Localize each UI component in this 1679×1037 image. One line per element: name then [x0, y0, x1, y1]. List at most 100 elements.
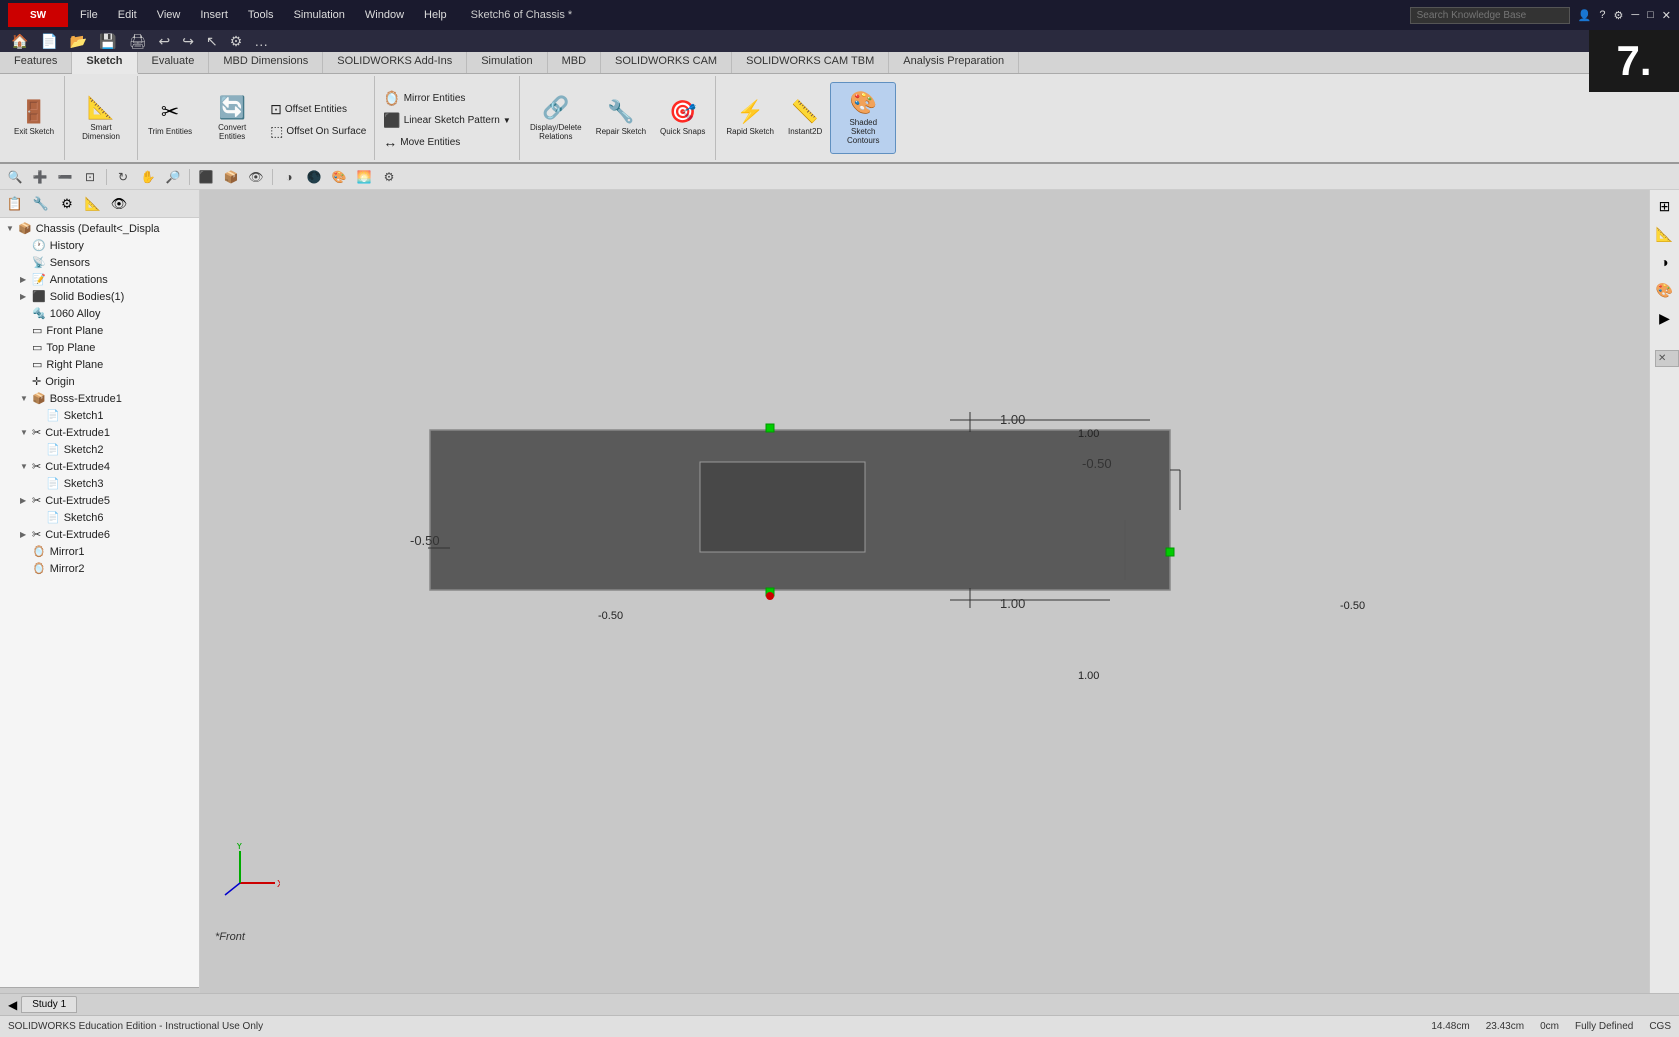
display-manager-icon[interactable]: 👁	[108, 193, 130, 215]
tree-item[interactable]: 🪞 Mirror2	[2, 560, 197, 577]
tree-item[interactable]: 🪞 Mirror1	[2, 543, 197, 560]
menu-view[interactable]: View	[153, 7, 185, 23]
menu-help[interactable]: Help	[420, 7, 451, 23]
feature-manager-icon[interactable]: 📋	[4, 193, 26, 215]
right-panel-btn2[interactable]: 📐	[1653, 222, 1677, 246]
tree-expander[interactable]: ▼	[20, 428, 32, 437]
qa-redo[interactable]: ↪	[179, 32, 197, 51]
tree-item[interactable]: ▼ 📦 Chassis (Default<_Displa	[2, 220, 197, 237]
search-input[interactable]	[1410, 7, 1570, 24]
menu-tools[interactable]: Tools	[244, 7, 278, 23]
tab-features[interactable]: Features	[0, 52, 72, 73]
tree-item[interactable]: ▼ 📦 Boss-Extrude1	[2, 390, 197, 407]
qa-home[interactable]: 🏠	[8, 32, 31, 51]
zoom-in-btn[interactable]: ➕	[29, 167, 51, 187]
tab-mbd[interactable]: MBD	[548, 52, 601, 73]
offset-surface-button[interactable]: ⬚ Offset On Surface	[266, 121, 370, 142]
smart-dimension-button[interactable]: 📐 Smart Dimension	[69, 82, 133, 154]
right-panel-btn3[interactable]: ◑	[1653, 250, 1677, 274]
zoom-to-fit-btn[interactable]: 🔍	[4, 167, 26, 187]
minimize-btn[interactable]: ─	[1631, 9, 1639, 21]
offset-entities-button[interactable]: ⊡ Offset Entities	[266, 99, 370, 120]
right-panel-btn4[interactable]: 🎨	[1653, 278, 1677, 302]
tab-simulation[interactable]: Simulation	[467, 52, 547, 73]
tree-expander[interactable]: ▶	[20, 530, 32, 539]
linear-pattern-button[interactable]: ⬛ Linear Sketch Pattern ▼	[379, 110, 515, 131]
qa-save[interactable]: 💾	[96, 32, 119, 51]
view-orient-btn[interactable]: 📦	[220, 167, 242, 187]
tree-item[interactable]: ▭ Top Plane	[2, 339, 197, 356]
mirror-entities-button[interactable]: 🪞 Mirror Entities	[379, 88, 515, 109]
tree-item[interactable]: 🔩 1060 Alloy	[2, 305, 197, 322]
bottom-tab-study1[interactable]: Study 1	[21, 996, 77, 1013]
right-panel-btn1[interactable]: ⊞	[1653, 194, 1677, 218]
right-panel-btn5[interactable]: ▶	[1653, 306, 1677, 330]
tab-sketch[interactable]: Sketch	[72, 52, 137, 74]
qa-undo[interactable]: ↩	[156, 32, 174, 51]
instant2d-button[interactable]: 📏 Instant2D	[782, 82, 828, 154]
tab-cam[interactable]: SOLIDWORKS CAM	[601, 52, 732, 73]
help-icon[interactable]: ?	[1599, 9, 1605, 21]
tree-expander[interactable]: ▼	[20, 462, 32, 471]
tree-expander[interactable]: ▶	[20, 275, 32, 284]
maximize-btn[interactable]: □	[1647, 9, 1654, 21]
user-icon[interactable]: 👤	[1578, 9, 1592, 22]
tab-analysis[interactable]: Analysis Preparation	[889, 52, 1019, 73]
view-setting-btn[interactable]: ⚙	[378, 167, 400, 187]
zoom-box-btn[interactable]: ⊡	[79, 167, 101, 187]
standard-views-btn[interactable]: ⬛	[195, 167, 217, 187]
pattern-dropdown-icon[interactable]: ▼	[503, 116, 511, 125]
tree-item[interactable]: 📄 Sketch1	[2, 407, 197, 424]
appearance-btn[interactable]: 🎨	[328, 167, 350, 187]
tree-item[interactable]: 🕐 History	[2, 237, 197, 254]
tree-item[interactable]: 📄 Sketch2	[2, 441, 197, 458]
scene-btn[interactable]: 🌅	[353, 167, 375, 187]
tree-item[interactable]: ▼ ✂ Cut-Extrude4	[2, 458, 197, 475]
tree-expander[interactable]: ▼	[6, 224, 18, 233]
qa-options[interactable]: ⚙	[227, 32, 246, 51]
settings-icon[interactable]: ⚙	[1613, 9, 1623, 22]
pan-btn[interactable]: ✋	[137, 167, 159, 187]
feature-tree[interactable]: ▼ 📦 Chassis (Default<_Displa 🕐 History 📡…	[0, 218, 199, 987]
close-btn[interactable]: ✕	[1662, 9, 1671, 22]
trim-entities-button[interactable]: ✂ Trim Entities	[142, 82, 198, 154]
tree-item[interactable]: ▭ Front Plane	[2, 322, 197, 339]
repair-sketch-button[interactable]: 🔧 Repair Sketch	[590, 82, 652, 154]
qa-open[interactable]: 📂	[67, 32, 90, 51]
menu-bar[interactable]: File Edit View Insert Tools Simulation W…	[76, 7, 451, 23]
tree-expander[interactable]: ▶	[20, 292, 32, 301]
hide-show-btn[interactable]: 👁	[245, 167, 267, 187]
tree-item[interactable]: 📡 Sensors	[2, 254, 197, 271]
menu-window[interactable]: Window	[361, 7, 408, 23]
panel-resize-handle[interactable]	[0, 987, 199, 993]
tab-evaluate[interactable]: Evaluate	[138, 52, 210, 73]
shaded-sketch-button[interactable]: 🎨 Shaded Sketch Contours	[830, 82, 896, 154]
tree-item[interactable]: ▶ ⬛ Solid Bodies(1)	[2, 288, 197, 305]
close-panel-btn[interactable]: ✕	[1655, 350, 1679, 367]
tree-item[interactable]: 📄 Sketch3	[2, 475, 197, 492]
menu-insert[interactable]: Insert	[196, 7, 232, 23]
display-style-btn[interactable]: ◑	[278, 167, 300, 187]
menu-edit[interactable]: Edit	[114, 7, 141, 23]
tree-item[interactable]: ▭ Right Plane	[2, 356, 197, 373]
property-manager-icon[interactable]: 🔧	[30, 193, 52, 215]
sketch-canvas[interactable]: 1.00 -0.50 -0.50 1.00 1.00 -0.50 -0.50 1…	[200, 190, 1649, 993]
tree-item[interactable]: 📄 Sketch6	[2, 509, 197, 526]
rapid-sketch-button[interactable]: ⚡ Rapid Sketch	[720, 82, 780, 154]
tree-item[interactable]: ▶ ✂ Cut-Extrude6	[2, 526, 197, 543]
move-entities-button[interactable]: ↔ Move Entities	[379, 132, 515, 152]
exit-sketch-button[interactable]: 🚪 Exit Sketch	[8, 82, 60, 154]
menu-file[interactable]: File	[76, 7, 102, 23]
tree-item[interactable]: ✛ Origin	[2, 373, 197, 390]
tree-expander[interactable]: ▶	[20, 496, 32, 505]
qa-select[interactable]: ↖	[203, 32, 221, 51]
tab-mbd-dimensions[interactable]: MBD Dimensions	[209, 52, 323, 73]
tree-item[interactable]: ▶ 📝 Annotations	[2, 271, 197, 288]
rotate-btn[interactable]: ↻	[112, 167, 134, 187]
qa-print[interactable]: 🖨	[126, 32, 150, 51]
tree-expander[interactable]: ▼	[20, 394, 32, 403]
zoom-out-btn[interactable]: ➖	[54, 167, 76, 187]
quick-snaps-button[interactable]: 🎯 Quick Snaps	[654, 82, 711, 154]
menu-simulation[interactable]: Simulation	[290, 7, 349, 23]
convert-entities-button[interactable]: 🔄 Convert Entities	[200, 82, 264, 154]
